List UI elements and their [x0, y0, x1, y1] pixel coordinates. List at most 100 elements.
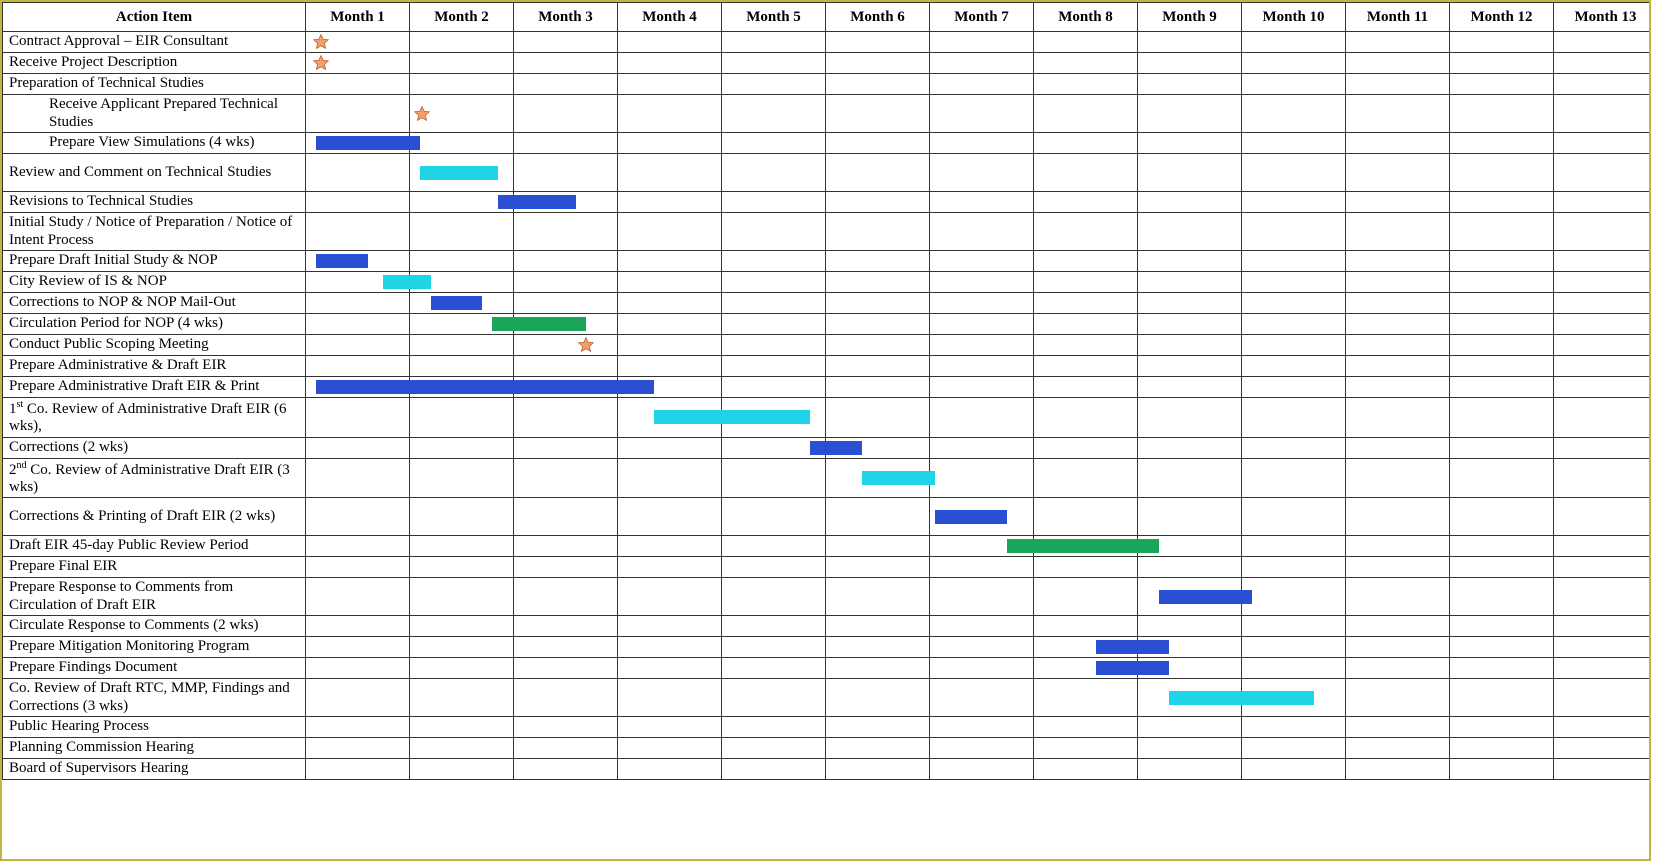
- col-month-6: Month 6: [826, 3, 930, 32]
- gantt-cell: [1242, 314, 1346, 335]
- gantt-cell: [1450, 133, 1554, 154]
- gantt-cell: [410, 637, 514, 658]
- gantt-cell: [1554, 578, 1652, 616]
- gantt-bar: [721, 410, 810, 424]
- gantt-cell: [826, 272, 930, 293]
- gantt-cell: [1138, 192, 1242, 213]
- gantt-cell: [1034, 759, 1138, 780]
- gantt-cell: [826, 154, 930, 192]
- gantt-cell: [410, 498, 514, 536]
- table-row: Planning Commission Hearing: [3, 738, 1652, 759]
- gantt-cell: [1242, 192, 1346, 213]
- gantt-bar: [420, 166, 497, 180]
- gantt-cell: [826, 738, 930, 759]
- gantt-cell: [826, 377, 930, 398]
- gantt-cell: [826, 32, 930, 53]
- gantt-cell: [306, 251, 410, 272]
- table-row: 2nd Co. Review of Administrative Draft E…: [3, 458, 1652, 498]
- gantt-cell: [1450, 314, 1554, 335]
- gantt-cell: [826, 293, 930, 314]
- gantt-cell: [930, 398, 1034, 438]
- gantt-cell: [618, 53, 722, 74]
- gantt-cell: [306, 759, 410, 780]
- gantt-cell: [1034, 133, 1138, 154]
- gantt-cell: [1034, 498, 1138, 536]
- gantt-cell: [1450, 272, 1554, 293]
- gantt-cell: [618, 458, 722, 498]
- gantt-cell: [1554, 759, 1652, 780]
- milestone-star-icon: [312, 33, 330, 51]
- row-label: Receive Project Description: [3, 53, 306, 74]
- gantt-cell: [514, 437, 618, 458]
- col-action-item: Action Item: [3, 3, 306, 32]
- gantt-cell: [618, 658, 722, 679]
- gantt-cell: [410, 74, 514, 95]
- gantt-cell: [410, 557, 514, 578]
- gantt-cell: [514, 637, 618, 658]
- gantt-cell: [1346, 53, 1450, 74]
- gantt-cell: [1138, 213, 1242, 251]
- gantt-cell: [618, 498, 722, 536]
- gantt-cell: [410, 658, 514, 679]
- gantt-cell: [1450, 738, 1554, 759]
- gantt-cell: [1554, 192, 1652, 213]
- gantt-chart: Action ItemMonth 1Month 2Month 3Month 4M…: [0, 0, 1651, 861]
- gantt-cell: [826, 192, 930, 213]
- gantt-bar: [1241, 691, 1314, 705]
- gantt-cell: [514, 759, 618, 780]
- gantt-bar: [431, 296, 483, 310]
- row-label: Contract Approval – EIR Consultant: [3, 32, 306, 53]
- gantt-cell: [1138, 335, 1242, 356]
- gantt-cell: [1242, 658, 1346, 679]
- gantt-cell: [1346, 437, 1450, 458]
- gantt-cell: [722, 498, 826, 536]
- gantt-cell: [930, 314, 1034, 335]
- gantt-cell: [1138, 398, 1242, 438]
- gantt-cell: [1450, 458, 1554, 498]
- gantt-cell: [1450, 637, 1554, 658]
- gantt-cell: [930, 738, 1034, 759]
- gantt-cell: [1242, 578, 1346, 616]
- gantt-cell: [1346, 536, 1450, 557]
- gantt-cell: [826, 398, 930, 438]
- gantt-cell: [1554, 251, 1652, 272]
- gantt-cell: [1034, 272, 1138, 293]
- gantt-cell: [1034, 536, 1138, 557]
- gantt-cell: [1554, 557, 1652, 578]
- gantt-cell: [1554, 679, 1652, 717]
- row-label: Prepare Mitigation Monitoring Program: [3, 637, 306, 658]
- gantt-cell: [1346, 293, 1450, 314]
- gantt-cell: [514, 133, 618, 154]
- gantt-cell: [514, 192, 618, 213]
- gantt-cell: [410, 679, 514, 717]
- gantt-cell: [410, 738, 514, 759]
- gantt-cell: [1450, 616, 1554, 637]
- gantt-cell: [618, 74, 722, 95]
- gantt-cell: [618, 154, 722, 192]
- gantt-cell: [618, 637, 722, 658]
- gantt-cell: [1138, 377, 1242, 398]
- gantt-cell: [1346, 578, 1450, 616]
- gantt-bar: [1159, 590, 1242, 604]
- gantt-cell: [1346, 637, 1450, 658]
- table-row: Public Hearing Process: [3, 717, 1652, 738]
- gantt-bar: [935, 510, 1007, 524]
- gantt-cell: [1450, 53, 1554, 74]
- gantt-cell: [1242, 759, 1346, 780]
- gantt-cell: [306, 377, 410, 398]
- col-month-3: Month 3: [514, 3, 618, 32]
- gantt-cell: [1450, 192, 1554, 213]
- header-row: Action ItemMonth 1Month 2Month 3Month 4M…: [3, 3, 1652, 32]
- gantt-cell: [618, 272, 722, 293]
- gantt-cell: [1034, 437, 1138, 458]
- gantt-cell: [1138, 578, 1242, 616]
- gantt-cell: [1554, 616, 1652, 637]
- table-row: Corrections & Printing of Draft EIR (2 w…: [3, 498, 1652, 536]
- col-month-4: Month 4: [618, 3, 722, 32]
- gantt-cell: [826, 536, 930, 557]
- gantt-cell: [826, 658, 930, 679]
- gantt-cell: [1242, 738, 1346, 759]
- gantt-bar: [492, 317, 514, 331]
- gantt-cell: [930, 377, 1034, 398]
- gantt-cell: [1242, 437, 1346, 458]
